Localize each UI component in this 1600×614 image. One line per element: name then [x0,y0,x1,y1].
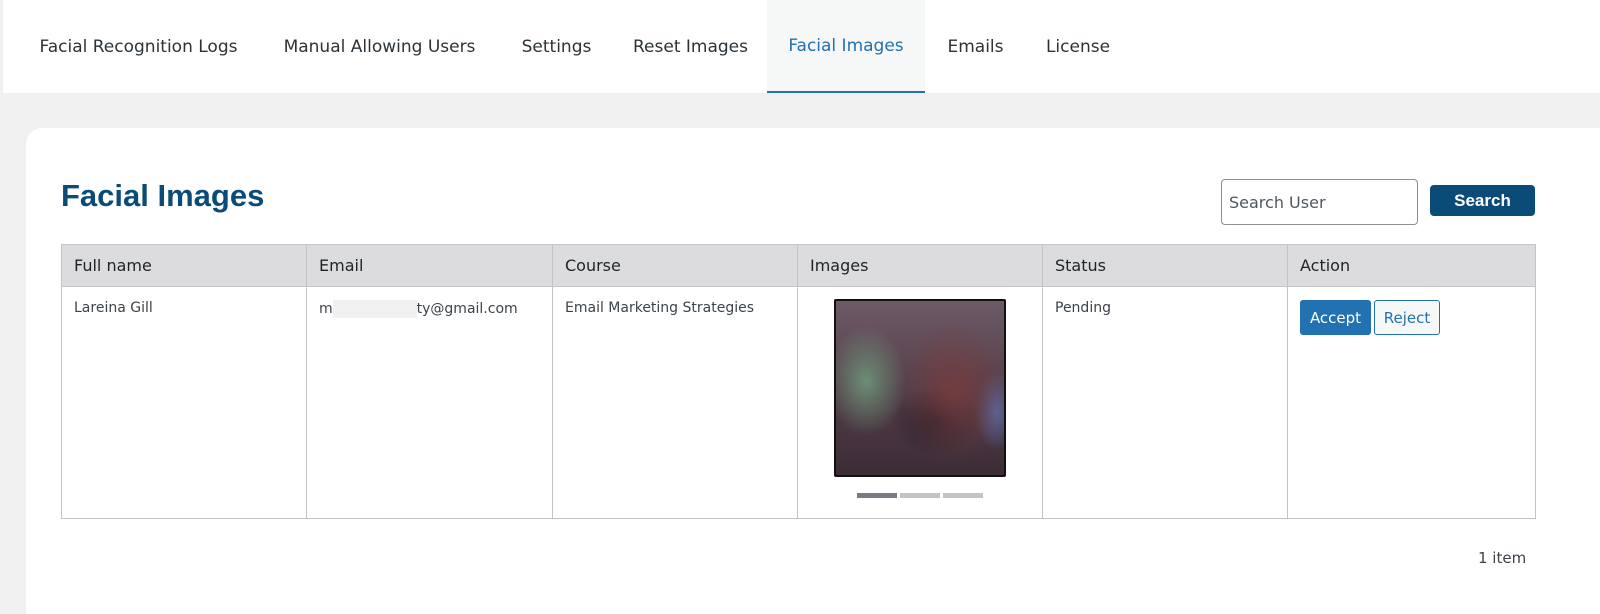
image-carousel-indicators [798,493,1042,498]
column-header-email: Email [306,244,553,287]
tab-license[interactable]: License [1026,0,1130,93]
table-row: Lareina Gill m ty@gmail.com Email Marketi… [61,286,1536,519]
carousel-dot-2[interactable] [900,493,940,498]
tab-settings[interactable]: Settings [499,0,614,93]
column-header-images: Images [797,244,1043,287]
top-nav: Facial Recognition Logs Manual Allowing … [3,0,1600,93]
facial-image-thumbnail[interactable] [834,299,1006,477]
reject-button[interactable]: Reject [1374,300,1440,335]
cell-course: Email Marketing Strategies [552,286,798,519]
page-title: Facial Images [61,178,265,213]
carousel-dot-3[interactable] [943,493,983,498]
column-header-full-name: Full name [61,244,307,287]
column-header-course: Course [552,244,798,287]
accept-button[interactable]: Accept [1300,300,1371,335]
email-prefix: m [319,301,333,317]
tab-emails[interactable]: Emails [925,0,1026,93]
email-suffix: ty@gmail.com [416,301,518,317]
tab-facial-images[interactable]: Facial Images [767,0,925,93]
table-header-row: Full name Email Course Images Status Act… [61,244,1536,287]
cell-status: Pending [1042,286,1288,519]
search-input[interactable] [1221,179,1418,225]
cell-images [797,286,1043,519]
tab-facial-recognition-logs[interactable]: Facial Recognition Logs [17,0,260,93]
column-header-action: Action [1287,244,1536,287]
tab-manual-allowing-users[interactable]: Manual Allowing Users [260,0,499,93]
carousel-dot-1[interactable] [857,493,897,498]
cell-full-name: Lareina Gill [61,286,307,519]
cell-email: m ty@gmail.com [306,286,553,519]
search-button[interactable]: Search [1430,185,1535,216]
facial-images-table: Full name Email Course Images Status Act… [61,244,1536,519]
cell-action: Accept Reject [1287,286,1536,519]
email-redaction [332,300,417,318]
item-count: 1 item [1478,549,1527,567]
tab-reset-images[interactable]: Reset Images [614,0,767,93]
column-header-status: Status [1042,244,1288,287]
